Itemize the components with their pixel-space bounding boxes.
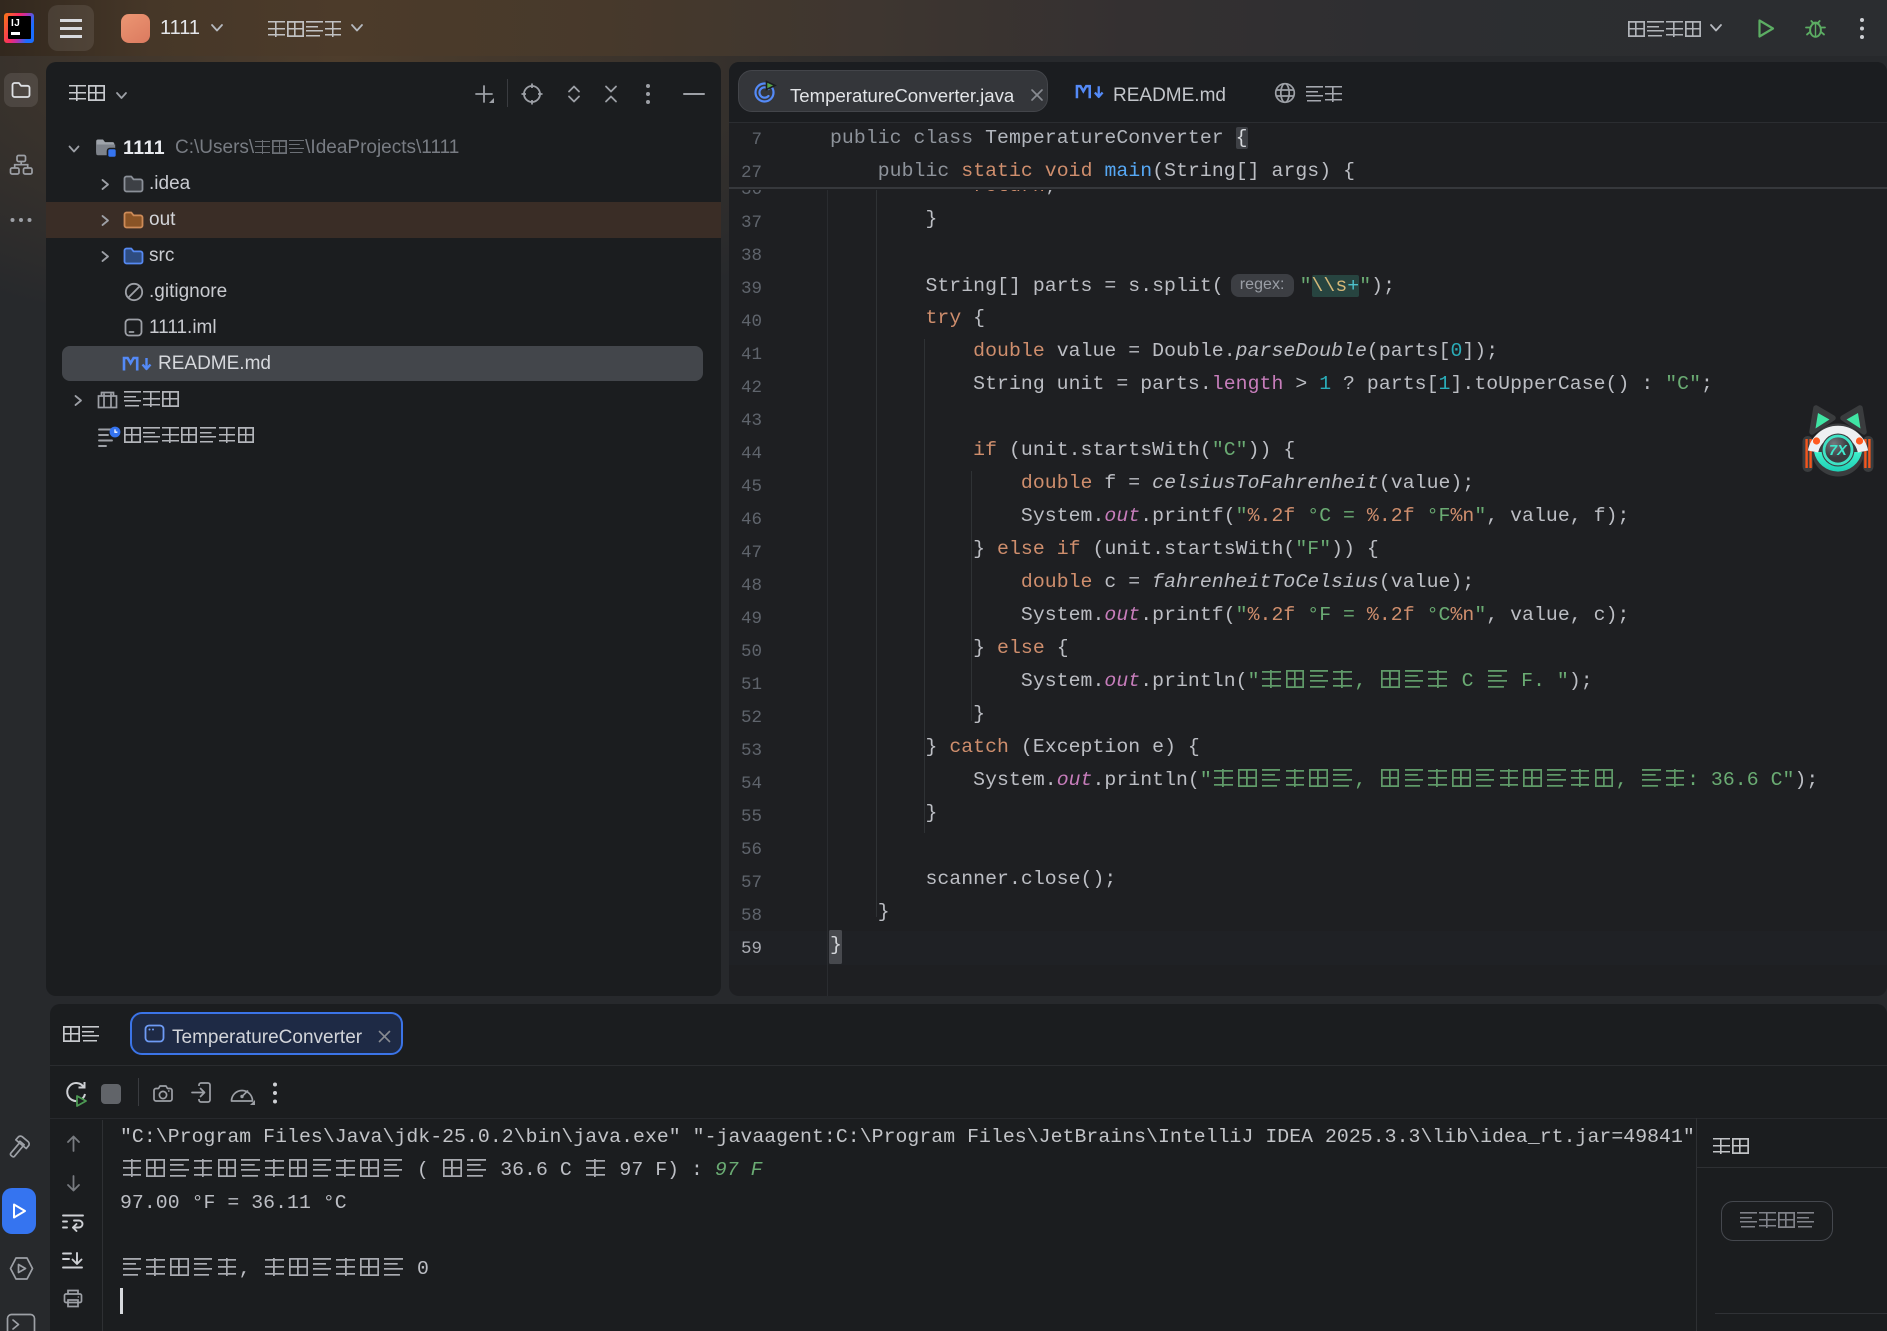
svg-text:7X: 7X [1829, 443, 1848, 459]
